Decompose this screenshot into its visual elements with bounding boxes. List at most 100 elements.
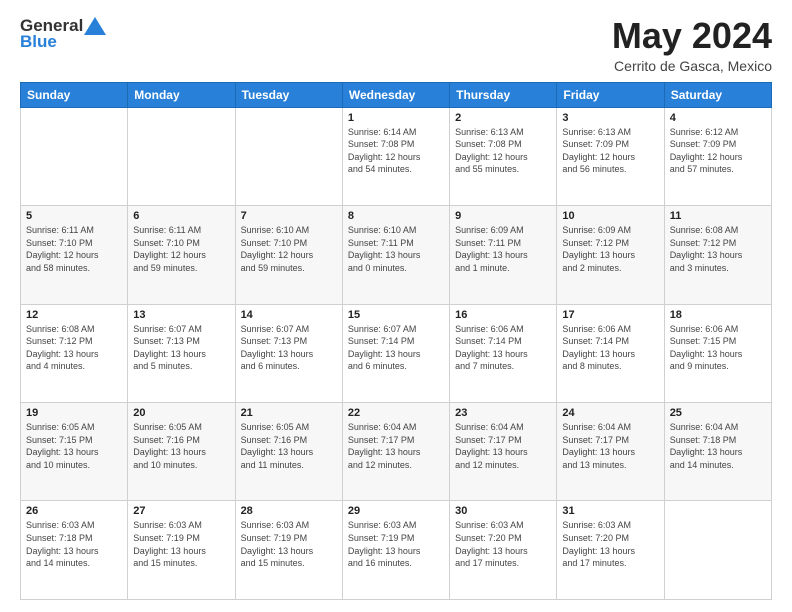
day-info: Sunrise: 6:03 AM Sunset: 7:19 PM Dayligh… [348, 519, 444, 569]
calendar-cell: 1 Sunrise: 6:14 AM Sunset: 7:08 PM Daylig… [342, 107, 449, 205]
day-info: Sunrise: 6:14 AM Sunset: 7:08 PM Dayligh… [348, 126, 444, 176]
calendar-cell: 24Sunrise: 6:04 AM Sunset: 7:17 PM Dayli… [557, 403, 664, 501]
calendar-cell: 23 Sunrise: 6:04 AM Sunset: 7:17 PM Dayli… [450, 403, 557, 501]
day-number: 2 [455, 112, 551, 124]
location: Cerrito de Gasca, Mexico [612, 58, 772, 74]
calendar-cell [21, 107, 128, 205]
calendar-cell: 3Sunrise: 6:13 AM Sunset: 7:09 PM Daylig… [557, 107, 664, 205]
calendar-cell: 14 Sunrise: 6:07 AM Sunset: 7:13 PM Dayli… [235, 304, 342, 402]
day-number: 6 [133, 210, 229, 222]
day-info: Sunrise: 6:13 AM Sunset: 7:08 PM Dayligh… [455, 126, 551, 176]
day-info: Sunrise: 6:09 AM Sunset: 7:11 PM Dayligh… [455, 224, 551, 274]
day-info: Sunrise: 6:13 AM Sunset: 7:09 PM Dayligh… [562, 126, 658, 176]
calendar-cell: 17Sunrise: 6:06 AM Sunset: 7:14 PM Dayli… [557, 304, 664, 402]
day-info: Sunrise: 6:07 AM Sunset: 7:14 PM Dayligh… [348, 323, 444, 373]
day-info: Sunrise: 6:05 AM Sunset: 7:16 PM Dayligh… [241, 421, 337, 471]
day-number: 22 [348, 407, 444, 419]
calendar-cell: 27 Sunrise: 6:03 AM Sunset: 7:19 PM Dayli… [128, 501, 235, 600]
calendar-cell: 11 Sunrise: 6:08 AM Sunset: 7:12 PM Dayli… [664, 206, 771, 304]
calendar-week-4: 26 Sunrise: 6:03 AM Sunset: 7:18 PM Dayli… [21, 501, 772, 600]
calendar-cell: 2 Sunrise: 6:13 AM Sunset: 7:08 PM Daylig… [450, 107, 557, 205]
day-info: Sunrise: 6:08 AM Sunset: 7:12 PM Dayligh… [26, 323, 122, 373]
day-info: Sunrise: 6:05 AM Sunset: 7:15 PM Dayligh… [26, 421, 122, 471]
day-number: 30 [455, 505, 551, 517]
day-number: 19 [26, 407, 122, 419]
calendar-header-monday: Monday [128, 82, 235, 107]
calendar-week-2: 12 Sunrise: 6:08 AM Sunset: 7:12 PM Dayli… [21, 304, 772, 402]
day-info: Sunrise: 6:03 AM Sunset: 7:20 PM Dayligh… [562, 519, 658, 569]
day-info: Sunrise: 6:06 AM Sunset: 7:14 PM Dayligh… [455, 323, 551, 373]
day-number: 11 [670, 210, 766, 222]
calendar-cell: 4Sunrise: 6:12 AM Sunset: 7:09 PM Daylig… [664, 107, 771, 205]
header: General Blue May 2024 Cerrito de Gasca, … [20, 16, 772, 74]
calendar-cell: 19 Sunrise: 6:05 AM Sunset: 7:15 PM Dayli… [21, 403, 128, 501]
day-number: 8 [348, 210, 444, 222]
calendar-cell: 28 Sunrise: 6:03 AM Sunset: 7:19 PM Dayli… [235, 501, 342, 600]
calendar-week-0: 1 Sunrise: 6:14 AM Sunset: 7:08 PM Daylig… [21, 107, 772, 205]
day-number: 20 [133, 407, 229, 419]
calendar-cell: 31 Sunrise: 6:03 AM Sunset: 7:20 PM Dayli… [557, 501, 664, 600]
calendar-cell: 15 Sunrise: 6:07 AM Sunset: 7:14 PM Dayli… [342, 304, 449, 402]
day-number: 1 [348, 112, 444, 124]
day-number: 10 [562, 210, 658, 222]
calendar-cell: 6 Sunrise: 6:11 AM Sunset: 7:10 PM Daylig… [128, 206, 235, 304]
day-info: Sunrise: 6:11 AM Sunset: 7:10 PM Dayligh… [26, 224, 122, 274]
day-number: 17 [562, 309, 658, 321]
day-info: Sunrise: 6:07 AM Sunset: 7:13 PM Dayligh… [133, 323, 229, 373]
calendar-cell: 8 Sunrise: 6:10 AM Sunset: 7:11 PM Daylig… [342, 206, 449, 304]
day-info: Sunrise: 6:04 AM Sunset: 7:17 PM Dayligh… [455, 421, 551, 471]
day-number: 29 [348, 505, 444, 517]
day-number: 31 [562, 505, 658, 517]
day-info: Sunrise: 6:04 AM Sunset: 7:17 PM Dayligh… [562, 421, 658, 471]
calendar-cell [235, 107, 342, 205]
calendar-cell: 29 Sunrise: 6:03 AM Sunset: 7:19 PM Dayli… [342, 501, 449, 600]
title-block: May 2024 Cerrito de Gasca, Mexico [612, 16, 772, 74]
logo-icon [84, 17, 106, 35]
day-info: Sunrise: 6:10 AM Sunset: 7:11 PM Dayligh… [348, 224, 444, 274]
calendar-header-friday: Friday [557, 82, 664, 107]
day-number: 12 [26, 309, 122, 321]
day-info: Sunrise: 6:09 AM Sunset: 7:12 PM Dayligh… [562, 224, 658, 274]
day-number: 26 [26, 505, 122, 517]
day-info: Sunrise: 6:03 AM Sunset: 7:19 PM Dayligh… [133, 519, 229, 569]
calendar-cell: 7Sunrise: 6:10 AM Sunset: 7:10 PM Daylig… [235, 206, 342, 304]
day-info: Sunrise: 6:03 AM Sunset: 7:18 PM Dayligh… [26, 519, 122, 569]
day-number: 15 [348, 309, 444, 321]
calendar-week-3: 19 Sunrise: 6:05 AM Sunset: 7:15 PM Dayli… [21, 403, 772, 501]
day-info: Sunrise: 6:08 AM Sunset: 7:12 PM Dayligh… [670, 224, 766, 274]
day-number: 5 [26, 210, 122, 222]
day-number: 25 [670, 407, 766, 419]
day-info: Sunrise: 6:11 AM Sunset: 7:10 PM Dayligh… [133, 224, 229, 274]
day-number: 9 [455, 210, 551, 222]
day-number: 21 [241, 407, 337, 419]
day-number: 18 [670, 309, 766, 321]
day-number: 14 [241, 309, 337, 321]
day-info: Sunrise: 6:03 AM Sunset: 7:19 PM Dayligh… [241, 519, 337, 569]
day-number: 28 [241, 505, 337, 517]
calendar-header-wednesday: Wednesday [342, 82, 449, 107]
calendar-cell: 9 Sunrise: 6:09 AM Sunset: 7:11 PM Daylig… [450, 206, 557, 304]
day-number: 23 [455, 407, 551, 419]
day-info: Sunrise: 6:04 AM Sunset: 7:17 PM Dayligh… [348, 421, 444, 471]
calendar-header-row: SundayMondayTuesdayWednesdayThursdayFrid… [21, 82, 772, 107]
calendar: SundayMondayTuesdayWednesdayThursdayFrid… [20, 82, 772, 600]
day-number: 27 [133, 505, 229, 517]
calendar-cell: 21 Sunrise: 6:05 AM Sunset: 7:16 PM Dayli… [235, 403, 342, 501]
calendar-cell: 10 Sunrise: 6:09 AM Sunset: 7:12 PM Dayli… [557, 206, 664, 304]
day-info: Sunrise: 6:05 AM Sunset: 7:16 PM Dayligh… [133, 421, 229, 471]
day-info: Sunrise: 6:04 AM Sunset: 7:18 PM Dayligh… [670, 421, 766, 471]
calendar-cell: 22 Sunrise: 6:04 AM Sunset: 7:17 PM Dayli… [342, 403, 449, 501]
calendar-header-sunday: Sunday [21, 82, 128, 107]
page: General Blue May 2024 Cerrito de Gasca, … [0, 0, 792, 612]
calendar-cell: 18 Sunrise: 6:06 AM Sunset: 7:15 PM Dayli… [664, 304, 771, 402]
calendar-cell: 12 Sunrise: 6:08 AM Sunset: 7:12 PM Dayli… [21, 304, 128, 402]
day-info: Sunrise: 6:06 AM Sunset: 7:15 PM Dayligh… [670, 323, 766, 373]
logo: General Blue [20, 16, 106, 52]
calendar-cell: 25 Sunrise: 6:04 AM Sunset: 7:18 PM Dayli… [664, 403, 771, 501]
day-info: Sunrise: 6:07 AM Sunset: 7:13 PM Dayligh… [241, 323, 337, 373]
calendar-cell [664, 501, 771, 600]
day-number: 7 [241, 210, 337, 222]
calendar-cell [128, 107, 235, 205]
day-info: Sunrise: 6:03 AM Sunset: 7:20 PM Dayligh… [455, 519, 551, 569]
calendar-week-1: 5 Sunrise: 6:11 AM Sunset: 7:10 PM Daylig… [21, 206, 772, 304]
